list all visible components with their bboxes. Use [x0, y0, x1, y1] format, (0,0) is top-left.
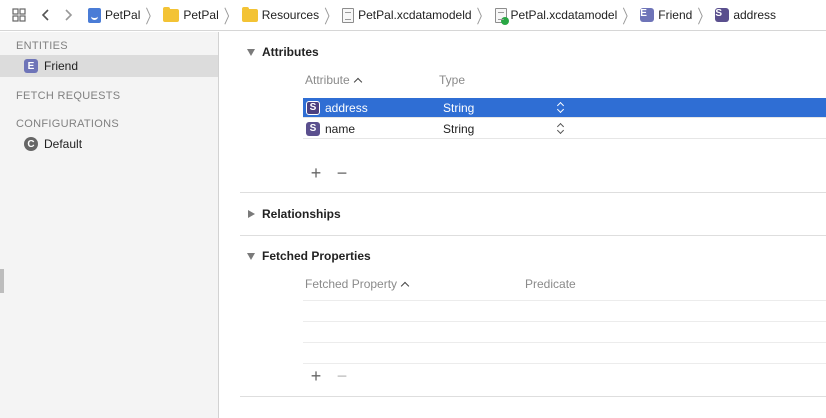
column-header-type[interactable]: Type: [439, 70, 465, 90]
entity-sidebar: ENTITIES E Friend FETCH REQUESTS CONFIGU…: [0, 32, 219, 418]
breadcrumb-attribute[interactable]: S address: [715, 8, 776, 22]
popup-stepper-icon[interactable]: [557, 101, 565, 115]
table-row-empty: [303, 302, 826, 322]
breadcrumb-datamodel-file[interactable]: PetPal.xcdatamodel: [494, 7, 618, 25]
column-header-attribute[interactable]: Attribute: [305, 70, 362, 90]
table-row-address[interactable]: S address String: [303, 98, 826, 118]
breadcrumb-separator: 〉: [697, 5, 711, 27]
breadcrumb-group-resources[interactable]: Resources: [241, 6, 320, 22]
popup-stepper-icon[interactable]: [557, 122, 565, 136]
table-row-empty: [303, 344, 826, 364]
entity-icon: E: [24, 59, 38, 73]
project-icon: [88, 7, 101, 23]
fetched-properties-add-remove-bar: + −: [303, 367, 355, 385]
sidebar-item-label: Default: [44, 137, 83, 151]
section-divider: [240, 235, 826, 236]
back-chevron-icon[interactable]: [38, 5, 54, 25]
fetched-properties-table: Fetched Property Predicate: [303, 274, 826, 364]
attributes-table: Attribute Type S address String S name S…: [303, 70, 826, 150]
breadcrumb-separator: 〉: [145, 5, 159, 27]
string-attribute-icon: S: [306, 100, 320, 115]
breadcrumb-group-petpal[interactable]: PetPal: [163, 6, 219, 22]
breadcrumb-entity[interactable]: E Friend: [640, 8, 692, 22]
breadcrumb-label: address: [733, 8, 777, 22]
attribute-type-popup[interactable]: String: [443, 122, 474, 136]
attribute-icon: S: [715, 8, 730, 22]
sidebar-resize-handle[interactable]: [0, 269, 4, 293]
fetch-requests-header: FETCH REQUESTS: [16, 90, 121, 102]
breadcrumb-separator: 〉: [324, 5, 338, 27]
section-title: Relationships: [262, 207, 341, 221]
datamodel-file-icon: [494, 7, 509, 25]
attribute-name-cell[interactable]: S name: [306, 121, 356, 136]
datamodel-bundle-icon: [342, 7, 355, 23]
attribute-name: name: [325, 121, 356, 136]
entity-icon: E: [640, 8, 655, 22]
column-header-label: Type: [439, 73, 466, 87]
forward-chevron-icon[interactable]: [60, 5, 76, 25]
jump-bar: PetPal 〉 PetPal 〉 Resources 〉 PetPal.xcd…: [0, 0, 826, 31]
disclosure-collapsed-icon[interactable]: [246, 209, 256, 219]
fetched-properties-section-header[interactable]: Fetched Properties: [220, 244, 826, 268]
sort-ascending-icon: [353, 77, 362, 87]
sidebar-item-friend[interactable]: E Friend: [0, 55, 218, 77]
configurations-header: CONFIGURATIONS: [16, 118, 119, 130]
table-row-empty: [303, 281, 826, 301]
table-row-empty: [303, 323, 826, 343]
remove-fetched-property-button[interactable]: −: [329, 367, 355, 385]
breadcrumb-project[interactable]: PetPal: [88, 7, 141, 23]
attribute-name-cell[interactable]: S address: [306, 100, 368, 115]
entity-detail-editor: Attributes Attribute Type S address Stri…: [220, 32, 826, 418]
table-row-name[interactable]: S name String: [303, 119, 826, 139]
section-title: Attributes: [262, 45, 319, 59]
column-header-label: Attribute: [305, 73, 350, 87]
configuration-icon: C: [24, 137, 38, 151]
attributes-section-header[interactable]: Attributes: [220, 40, 826, 64]
breadcrumb-datamodel-bundle[interactable]: PetPal.xcdatamodeld: [342, 7, 472, 23]
relationships-section-header[interactable]: Relationships: [220, 202, 826, 226]
disclosure-expanded-icon[interactable]: [246, 47, 256, 57]
breadcrumb-separator: 〉: [476, 5, 490, 27]
entities-header: ENTITIES: [16, 40, 68, 52]
xcode-data-model-editor: PetPal 〉 PetPal 〉 Resources 〉 PetPal.xcd…: [0, 0, 826, 418]
add-fetched-property-button[interactable]: +: [303, 367, 329, 385]
sidebar-item-label: Friend: [44, 59, 79, 73]
section-title: Fetched Properties: [262, 249, 371, 263]
sidebar-item-default[interactable]: C Default: [0, 133, 218, 155]
breadcrumb-label: Friend: [658, 8, 693, 22]
folder-icon: [241, 6, 258, 22]
breadcrumb-label: Resources: [261, 8, 320, 22]
folder-icon: [163, 6, 180, 22]
breadcrumb-separator: 〉: [622, 5, 636, 27]
breadcrumb-label: PetPal.xcdatamodel: [510, 8, 618, 22]
section-divider: [240, 396, 826, 397]
breadcrumb-label: PetPal: [183, 8, 219, 22]
attribute-name: address: [325, 100, 368, 115]
attributes-add-remove-bar: + −: [303, 164, 355, 182]
disclosure-expanded-icon[interactable]: [246, 251, 256, 261]
section-divider: [240, 192, 826, 193]
related-items-grid-icon[interactable]: [10, 5, 28, 25]
breadcrumb-label: PetPal: [105, 8, 141, 22]
string-attribute-icon: S: [306, 121, 320, 136]
breadcrumb-separator: 〉: [223, 5, 237, 27]
breadcrumb-label: PetPal.xcdatamodeld: [358, 8, 472, 22]
attribute-type-popup[interactable]: String: [443, 101, 474, 115]
add-attribute-button[interactable]: +: [303, 164, 329, 182]
remove-attribute-button[interactable]: −: [329, 164, 355, 182]
